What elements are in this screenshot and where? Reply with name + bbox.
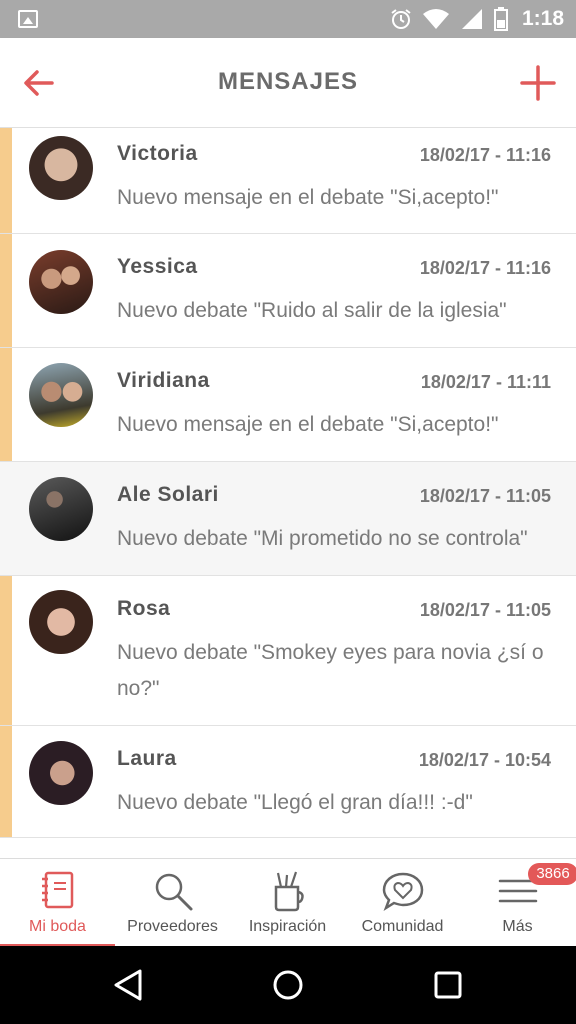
- sender-name: Yessica: [117, 255, 198, 278]
- avatar: [29, 590, 93, 654]
- back-triangle-icon[interactable]: [108, 965, 148, 1005]
- nav-label: Proveedores: [127, 918, 218, 935]
- unread-indicator: [0, 726, 12, 837]
- avatar: [29, 250, 93, 314]
- message-date: 18/02/17 - 11:05: [419, 486, 551, 506]
- message-preview: Nuevo debate "Llegó el gran día!!! :-d": [117, 791, 473, 814]
- unread-indicator: [0, 348, 12, 461]
- sender-name: Rosa: [117, 597, 171, 620]
- nav-label: Inspiración: [248, 918, 327, 935]
- page-title: MENSAJES: [217, 68, 359, 95]
- avatar: [29, 136, 93, 200]
- sender-name: Victoria: [117, 142, 198, 165]
- nav-item-mas[interactable]: 3866 Más: [460, 859, 576, 947]
- sender-name: Ale Solari: [117, 483, 219, 506]
- message-item[interactable]: Ale Solari 18/02/17 - 11:05 Nuevo debate…: [0, 462, 576, 576]
- sender-name: Laura: [117, 747, 177, 770]
- status-bar: 1:18: [0, 0, 576, 38]
- nav-item-mi-boda[interactable]: Mi boda: [0, 859, 115, 947]
- app-header: MENSAJES: [0, 38, 576, 128]
- sender-name: Viridiana: [117, 369, 210, 392]
- message-preview: Nuevo mensaje en el debate "Si,acepto!": [117, 186, 499, 209]
- add-icon[interactable]: [520, 65, 556, 101]
- recents-square-icon[interactable]: [428, 965, 468, 1005]
- message-date: 18/02/17 - 11:16: [419, 145, 551, 165]
- nav-label: Comunidad: [361, 918, 444, 935]
- search-icon: [155, 873, 192, 911]
- message-preview: Nuevo debate "Smokey eyes para novia ¿sí…: [117, 641, 544, 700]
- message-date: 18/02/17 - 11:05: [419, 600, 551, 620]
- bottom-nav: Mi boda Proveedores Inspiración Comunida…: [0, 858, 576, 947]
- nav-item-inspiracion[interactable]: Inspiración: [230, 859, 345, 947]
- wifi-icon: [422, 9, 449, 29]
- message-item[interactable]: Laura 18/02/17 - 10:54 Nuevo debate "Lle…: [0, 726, 576, 838]
- message-preview: Nuevo debate "Mi prometido no se control…: [117, 527, 528, 550]
- message-item[interactable]: Yessica 18/02/17 - 11:16 Nuevo debate "R…: [0, 234, 576, 348]
- avatar: [29, 477, 93, 541]
- home-circle-icon[interactable]: [268, 965, 308, 1005]
- message-item[interactable]: Viridiana 18/02/17 - 11:11 Nuevo mensaje…: [0, 348, 576, 462]
- message-date: 18/02/17 - 11:16: [419, 258, 551, 278]
- system-nav-bar: [0, 946, 576, 1024]
- unread-indicator: [0, 576, 12, 725]
- pencil-cup-icon: [274, 871, 304, 912]
- alarm-icon: [391, 9, 411, 29]
- heart-chat-icon: [382, 872, 423, 912]
- image-notification-icon: [18, 10, 38, 28]
- notification-badge: 3866: [528, 863, 576, 885]
- nav-label: Más: [502, 918, 533, 935]
- message-preview: Nuevo mensaje en el debate "Si,acepto!": [117, 413, 499, 436]
- status-time: 1:18: [521, 7, 564, 30]
- message-item[interactable]: Rosa 18/02/17 - 11:05 Nuevo debate "Smok…: [0, 576, 576, 726]
- notebook-icon: [41, 871, 73, 909]
- unread-indicator: [0, 234, 12, 347]
- unread-indicator: [0, 128, 12, 233]
- message-date: 18/02/17 - 10:54: [418, 750, 551, 770]
- signal-icon: [461, 9, 482, 29]
- status-icons: 1:18: [390, 0, 564, 38]
- battery-icon: [493, 7, 508, 31]
- message-item[interactable]: Victoria 18/02/17 - 11:16 Nuevo mensaje …: [0, 128, 576, 234]
- nav-label: Mi boda: [29, 918, 86, 935]
- nav-item-proveedores[interactable]: Proveedores: [115, 859, 230, 947]
- message-date: 18/02/17 - 11:11: [420, 372, 551, 392]
- avatar: [29, 741, 93, 805]
- avatar: [29, 363, 93, 427]
- message-preview: Nuevo debate "Ruido al salir de la igles…: [117, 299, 507, 322]
- nav-item-comunidad[interactable]: Comunidad: [345, 859, 460, 947]
